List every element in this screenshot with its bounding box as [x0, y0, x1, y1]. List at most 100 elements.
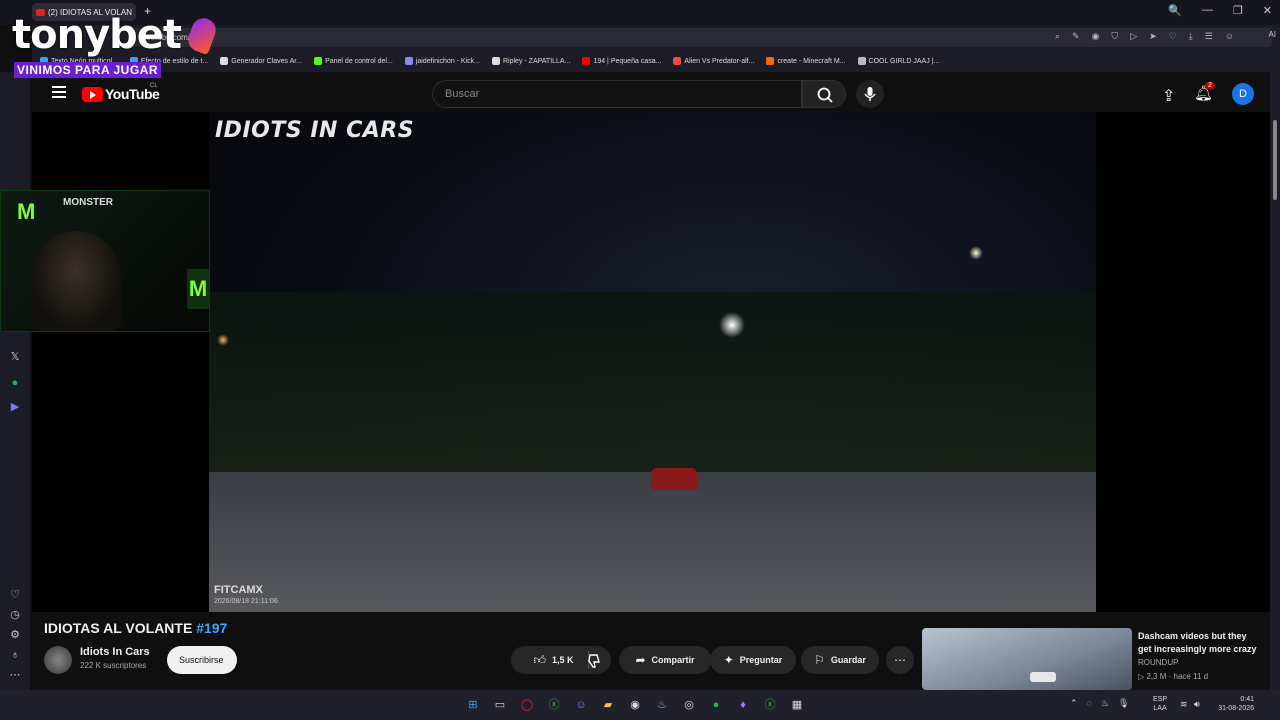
video-frame: IDIOTS IN CARS FITCAMX 2026/08/18 21:11:…: [209, 112, 1096, 612]
restore-button[interactable]: ❐: [1233, 4, 1243, 17]
play-icon[interactable]: ▷: [1130, 31, 1137, 42]
streamer-person: [31, 231, 121, 331]
shield-icon[interactable]: ⛉: [1111, 31, 1118, 42]
steam-tray-icon[interactable]: ♨: [1101, 698, 1109, 709]
save-button[interactable]: ⚐ Guardar: [801, 646, 879, 674]
more-actions-button[interactable]: ⋯: [886, 646, 914, 674]
bookmark-favicon-icon: [766, 57, 775, 65]
profile-icon[interactable]: ☺: [1225, 31, 1234, 42]
volume-icon[interactable]: 🔊︎: [1194, 699, 1200, 710]
xbox-icon[interactable]: ⓧ: [545, 696, 563, 714]
scrollbar-thumb[interactable]: [1273, 120, 1277, 200]
lightbulb-icon[interactable]: ♁: [8, 648, 22, 662]
recommended-title[interactable]: Dashcam videos but they get increasingly…: [1138, 630, 1262, 656]
dislike-button[interactable]: [580, 646, 612, 674]
video-hashtag-link[interactable]: #197: [196, 620, 227, 636]
ask-button[interactable]: ✦ Preguntar: [710, 646, 796, 674]
chevron-up-icon[interactable]: ⌃: [1070, 698, 1078, 709]
window-controls: 🔍 — ❐ ✕: [1168, 4, 1272, 17]
bookmark-item[interactable]: Alien Vs Predator-alf...: [673, 57, 754, 65]
bookmark-item[interactable]: Ripley - ZAPATILLA...: [492, 57, 570, 65]
channel-name[interactable]: Idiots In Cars: [80, 646, 150, 658]
camera-icon[interactable]: ◉: [1092, 31, 1100, 42]
ai-button[interactable]: AI: [1268, 30, 1276, 39]
send-icon[interactable]: ➤: [1149, 31, 1157, 42]
file-explorer-icon[interactable]: ▰: [599, 696, 617, 714]
account-avatar[interactable]: D: [1232, 83, 1254, 105]
upload-icon[interactable]: ⇪: [1162, 86, 1175, 106]
recommended-stats: ▷ 2,3 M · hace 11 d: [1138, 672, 1208, 681]
opera-icon[interactable]: ◯: [518, 696, 536, 714]
windows-start-icon[interactable]: ⊞: [464, 696, 482, 714]
recommended-age: hace 11 d: [1173, 672, 1209, 681]
more-dots-icon[interactable]: ⋯: [8, 668, 22, 682]
bookmark-item[interactable]: Generador Claves Ar...: [220, 57, 302, 65]
search-button[interactable]: [802, 80, 846, 108]
tray-app-icon[interactable]: ◌: [1087, 698, 1092, 709]
bookmark-icon: ⚐: [814, 653, 825, 667]
bookmark-favicon-icon: [492, 57, 500, 65]
app-icon[interactable]: ♦: [734, 696, 752, 714]
microphone-icon: [864, 87, 876, 101]
page-scrollbar[interactable]: [1270, 72, 1280, 690]
heart-icon[interactable]: ♡: [1169, 31, 1177, 42]
spotify-icon[interactable]: ●: [8, 376, 22, 390]
settings-gear-icon[interactable]: ⚙: [8, 628, 22, 642]
clock-time: 0:41: [1240, 696, 1254, 703]
heart-icon[interactable]: ♡: [8, 588, 22, 602]
spotify-icon[interactable]: ●: [707, 696, 725, 714]
streetlight: [969, 246, 983, 260]
video-player[interactable]: IDIOTS IN CARS FITCAMX 2026/08/18 21:11:…: [32, 112, 1270, 612]
tonybet-logo: tonybet VINIMOS PARA JUGAR: [8, 8, 220, 80]
close-button[interactable]: ✕: [1263, 4, 1272, 17]
search-tabs-icon[interactable]: 🔍: [1168, 4, 1182, 17]
recommended-thumbnail[interactable]: [922, 628, 1132, 690]
bookmark-label: Alien Vs Predator-alf...: [684, 57, 755, 65]
edit-icon[interactable]: ✎: [1072, 31, 1080, 42]
player-icon[interactable]: ▶: [8, 400, 22, 414]
scene-trees: [209, 292, 1096, 482]
calendar-icon[interactable]: ▦: [788, 696, 806, 714]
bookmark-favicon-icon: [220, 57, 229, 65]
history-icon[interactable]: ◷: [8, 608, 22, 622]
streetlight: [217, 334, 229, 346]
bookmark-item[interactable]: Panel de control del...: [314, 57, 393, 65]
tonybet-mark-icon: [184, 14, 220, 56]
task-view-icon[interactable]: ▭: [491, 696, 509, 714]
subscribe-button[interactable]: Suscribirse: [167, 646, 237, 674]
recommended-video[interactable]: Dashcam videos but they get increasingly…: [922, 628, 1262, 690]
bookmark-item[interactable]: COOL GIRLD JAAJ |...: [857, 57, 940, 65]
youtube-logo[interactable]: YouTube: [82, 86, 160, 102]
recommended-views: 2,3 M: [1146, 672, 1167, 681]
bookmark-label: Panel de control del...: [325, 57, 393, 65]
chrome-icon[interactable]: ◎: [680, 696, 698, 714]
input-language[interactable]: ESP LAA: [1153, 695, 1167, 713]
channel-row: Idiots In Cars 222 K suscriptores Suscri…: [44, 644, 924, 674]
recommended-channel[interactable]: ROUNDUP: [1138, 658, 1178, 667]
xbox-game-bar-icon[interactable]: ⓧ: [761, 696, 779, 714]
taskbar-clock[interactable]: 0:41 31-08-2026: [1214, 695, 1254, 713]
hamburger-menu-icon[interactable]: [52, 86, 66, 98]
channel-avatar[interactable]: [44, 646, 72, 674]
download-icon[interactable]: ⤓: [1189, 31, 1193, 42]
address-bar-tools: ⌕ ✎ ◉ ⛉ ▷ ➤ ♡ ⤓ ☰ ☺: [1055, 31, 1234, 42]
tonybet-tagline: VINIMOS PARA JUGAR: [14, 62, 162, 78]
bookmark-item[interactable]: 194 | Pequeña casa...: [582, 57, 661, 65]
zoom-icon[interactable]: ⌕: [1055, 31, 1060, 42]
minimize-button[interactable]: —: [1202, 4, 1213, 17]
steam-icon[interactable]: ♨: [653, 696, 671, 714]
dashcam-brand: FITCAMX: [214, 584, 263, 596]
menu-icon[interactable]: ☰: [1205, 31, 1213, 42]
share-button[interactable]: ➦ Compartir: [619, 646, 711, 674]
obs-icon[interactable]: ◉: [626, 696, 644, 714]
search-input[interactable]: Buscar: [432, 80, 802, 108]
mic-icon[interactable]: 🎙︎: [1118, 698, 1129, 709]
bookmark-item[interactable]: jaidefinichon - Kick...: [404, 57, 480, 65]
voice-search-button[interactable]: [856, 80, 884, 108]
bookmark-label: COOL GIRLD JAAJ |...: [868, 57, 940, 65]
x-twitter-icon[interactable]: 𝕏: [8, 350, 22, 364]
video-title: IDIOTAS AL VOLANTE #197: [44, 620, 227, 636]
wifi-icon[interactable]: ≋: [1180, 699, 1188, 710]
discord-icon[interactable]: ☺: [572, 696, 590, 714]
bookmark-item[interactable]: create - Minecraft M...: [766, 57, 846, 65]
